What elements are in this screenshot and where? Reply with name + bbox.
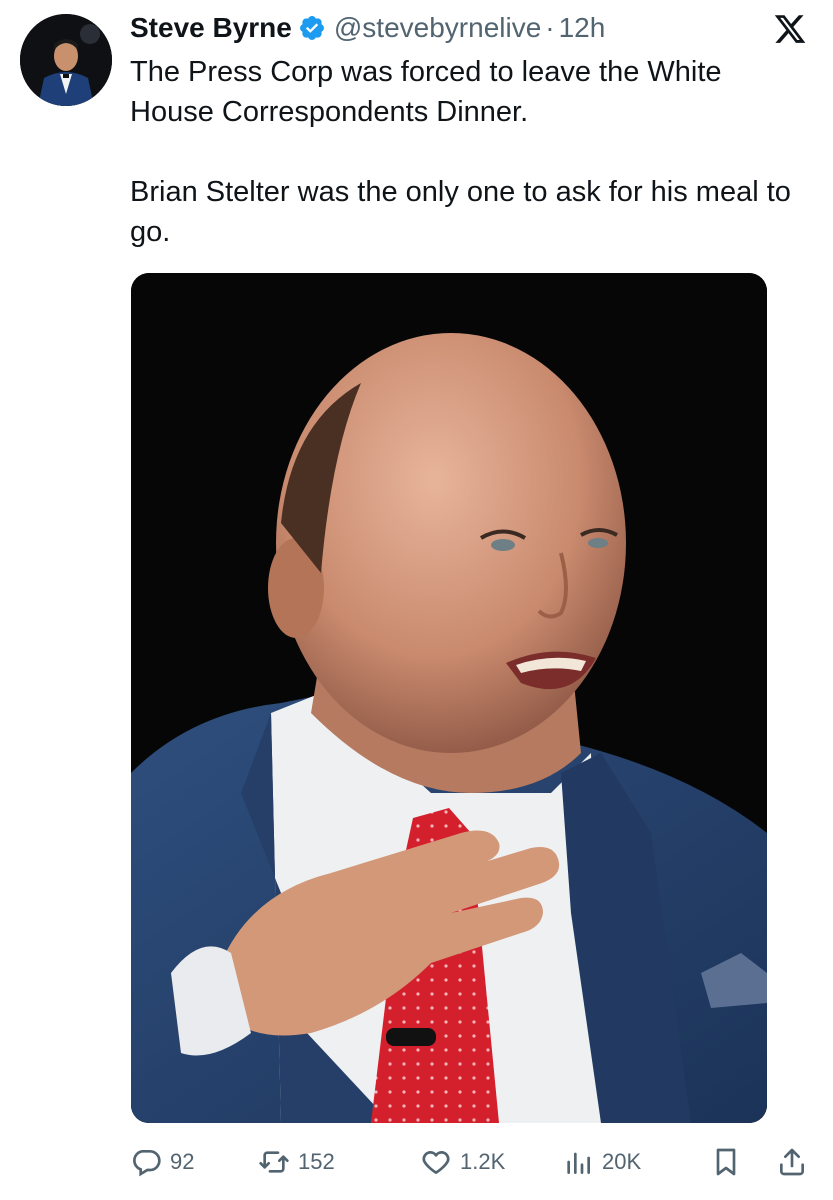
like-button[interactable]: 1.2K — [420, 1140, 505, 1184]
author-name[interactable]: Steve Byrne — [130, 12, 292, 44]
separator-dot: · — [545, 12, 555, 43]
share-button[interactable] — [776, 1140, 808, 1184]
views-count: 20K — [602, 1149, 642, 1174]
views-button[interactable]: 20K — [562, 1140, 641, 1184]
verified-badge-icon — [298, 14, 326, 42]
bookmark-icon — [716, 1148, 736, 1176]
reply-icon — [133, 1150, 161, 1177]
author-avatar[interactable] — [20, 14, 112, 106]
bookmark-button[interactable] — [710, 1140, 742, 1184]
tweet-text: The Press Corp was forced to leave the W… — [130, 52, 810, 252]
heart-icon — [422, 1151, 450, 1174]
x-logo-icon — [773, 12, 807, 46]
tweet-paragraph: The Press Corp was forced to leave the W… — [130, 56, 722, 128]
repost-button[interactable]: 152 — [258, 1140, 335, 1184]
tweet-action-bar: 92 152 1.2K 20K — [130, 1140, 813, 1184]
tweet-timestamp[interactable]: 12h — [559, 12, 606, 44]
tweet-media-photo[interactable] — [131, 273, 767, 1123]
reply-button[interactable]: 92 — [130, 1140, 194, 1184]
tweet-paragraph: Brian Stelter was the only one to ask fo… — [130, 176, 791, 248]
photo-image — [131, 273, 767, 1123]
views-chart-icon — [567, 1152, 590, 1174]
like-count: 1.2K — [460, 1149, 506, 1174]
repost-count: 152 — [298, 1149, 335, 1174]
tweet-header: Steve Byrne @stevebyrnelive · 12h — [130, 6, 605, 50]
avatar-image — [20, 14, 112, 106]
reply-count: 92 — [170, 1149, 195, 1174]
share-icon — [780, 1148, 804, 1176]
repost-icon — [259, 1151, 289, 1173]
author-handle[interactable]: @stevebyrnelive — [334, 12, 541, 44]
